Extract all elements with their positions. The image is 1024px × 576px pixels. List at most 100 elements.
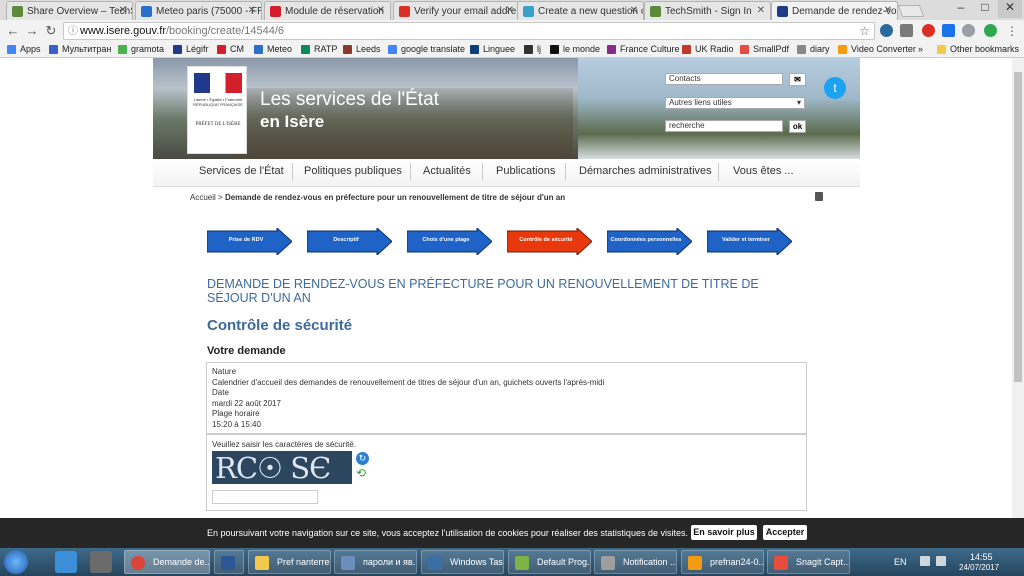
extension-icon[interactable] — [942, 24, 955, 37]
taskbar-item-word[interactable] — [214, 550, 244, 574]
language-indicator[interactable]: EN — [894, 557, 907, 567]
tab-2[interactable]: Module de réservation ✕ — [264, 1, 391, 20]
site-subtitle[interactable]: en Isère — [260, 112, 324, 132]
new-tab-button[interactable] — [897, 5, 925, 17]
captcha-image: RC☉ SЄ — [212, 451, 352, 484]
taskbar-item-notification[interactable]: Notification ... — [594, 550, 677, 574]
bookmark-item[interactable]: diary — [797, 44, 830, 54]
close-tab-icon[interactable]: ✕ — [757, 5, 765, 16]
clock-date[interactable]: 24/07/2017 — [959, 563, 999, 572]
step-prise-de-rdv[interactable]: Prise de RDV — [207, 228, 292, 255]
bookmark-item[interactable]: Linguee — [470, 44, 515, 54]
mail-icon[interactable]: ✉ — [789, 73, 806, 86]
close-tab-icon[interactable]: ✕ — [377, 5, 385, 16]
volume-icon[interactable] — [936, 556, 946, 566]
tab-6-active[interactable]: Demande de rendez-vous ✕ — [771, 1, 898, 21]
extension-icon[interactable] — [900, 24, 913, 37]
bookmark-item[interactable]: UK Radio — [682, 44, 734, 54]
bookmark-item[interactable]: Leeds — [343, 44, 381, 54]
minimize-button[interactable]: – — [950, 0, 972, 18]
print-icon[interactable] — [815, 192, 823, 201]
taskbar-item-default-programs[interactable]: Default Prog... — [508, 550, 591, 574]
info-icon[interactable]: ⓘ — [68, 24, 78, 40]
clock-time[interactable]: 14:55 — [970, 552, 993, 562]
snagit-icon — [774, 556, 788, 570]
explorer-icon[interactable] — [90, 551, 112, 573]
nav-item-vous-etes[interactable]: Vous êtes ... — [733, 165, 794, 177]
maximize-button[interactable]: □ — [974, 0, 996, 18]
taskbar-item-notes[interactable]: пароли и яв... — [334, 550, 417, 574]
close-tab-icon[interactable]: ✕ — [630, 5, 638, 16]
breadcrumb-home-link[interactable]: Accueil — [190, 193, 216, 202]
tab-1[interactable]: Meteo paris (75000 - FR ✕ — [135, 1, 262, 20]
check-icon[interactable] — [984, 24, 997, 37]
taskbar-item-chrome[interactable]: Demande de... — [124, 550, 210, 574]
bookmark-item[interactable]: France Culture — [607, 44, 680, 54]
other-links-select[interactable]: Autres liens utiles ▾ — [665, 97, 805, 109]
site-title[interactable]: Les services de l'État — [260, 89, 439, 111]
snagit-editor-icon — [688, 556, 702, 570]
close-window-button[interactable]: ✕ — [998, 0, 1022, 18]
republique-francaise-logo[interactable]: Liberté • Égalité • Fraternité RÉPUBLIQU… — [187, 66, 247, 154]
bookmark-item[interactable]: Légifr — [173, 44, 209, 54]
step-coordonnees[interactable]: Coordonnées personnelles — [607, 228, 692, 255]
bookmark-item[interactable]: lj — [524, 44, 541, 54]
close-tab-icon[interactable]: ✕ — [248, 5, 256, 16]
bookmark-item[interactable]: SmallPdf — [740, 44, 789, 54]
url-input[interactable]: ⓘ www.isere.gouv.fr/booking/create/14544… — [63, 22, 875, 40]
nav-item-publications[interactable]: Publications — [496, 165, 555, 177]
reload-button[interactable]: ↻ — [43, 23, 59, 39]
menu-icon[interactable]: ⋮ — [1004, 23, 1020, 39]
more-bookmarks-button[interactable]: » — [918, 44, 923, 54]
contacts-field[interactable]: Contacts — [665, 73, 783, 85]
forward-button[interactable]: → — [24, 23, 40, 39]
nav-item-services[interactable]: Services de l'État — [199, 165, 284, 177]
tab-3[interactable]: Verify your email addre ✕ — [393, 1, 520, 20]
tab-4[interactable]: Create a new question o ✕ — [517, 1, 644, 20]
search-input[interactable]: recherche — [665, 120, 783, 132]
url-path: /booking/create/14544/6 — [166, 25, 285, 37]
ie-icon[interactable] — [55, 551, 77, 573]
windows-start-icon[interactable] — [4, 550, 28, 574]
bookmark-star-icon[interactable]: ☆ — [859, 23, 870, 39]
bookmark-item[interactable]: CM — [217, 44, 244, 54]
back-button[interactable]: ← — [5, 23, 21, 39]
bookmark-item[interactable]: Мультитран — [49, 44, 111, 54]
extension-icon[interactable] — [880, 24, 893, 37]
twitter-icon[interactable]: t — [824, 77, 846, 99]
scrollbar-thumb[interactable] — [1014, 72, 1022, 382]
network-icon[interactable] — [920, 556, 930, 566]
bookmark-item[interactable]: Meteo — [254, 44, 292, 54]
nav-item-politiques[interactable]: Politiques publiques — [304, 165, 402, 177]
step-controle-securite-active[interactable]: Contrôle de sécurité — [507, 228, 592, 255]
tab-5[interactable]: TechSmith - Sign In ✕ — [644, 1, 771, 20]
nav-item-demarches[interactable]: Démarches administratives — [579, 165, 712, 177]
cookie-accept-button[interactable]: Accepter — [763, 525, 807, 540]
cookie-more-button[interactable]: En savoir plus — [691, 525, 757, 540]
taskbar-item-prefnan[interactable]: prefnan24-0... — [681, 550, 764, 574]
nav-item-actualites[interactable]: Actualités — [423, 165, 471, 177]
close-tab-icon[interactable]: ✕ — [506, 5, 514, 16]
step-descriptif[interactable]: Descriptif — [307, 228, 392, 255]
taskbar-item-task-manager[interactable]: Windows Tas... — [421, 550, 504, 574]
captcha-input[interactable] — [212, 490, 318, 504]
taskbar-item-folder[interactable]: Pref nanterre — [248, 550, 331, 574]
bookmark-item[interactable]: le monde — [550, 44, 600, 54]
skype-icon[interactable] — [962, 24, 975, 37]
taskbar-item-snagit[interactable]: Snagit Capt... — [767, 550, 850, 574]
step-valider[interactable]: Valider et terminer — [707, 228, 792, 255]
bookmark-item[interactable]: google translate — [388, 44, 465, 54]
audio-captcha-icon[interactable]: ⟲ — [356, 467, 369, 479]
bookmark-item[interactable]: RATP — [301, 44, 337, 54]
other-bookmarks-folder[interactable]: Other bookmarks — [937, 44, 1019, 54]
bookmark-item[interactable]: Video Converter — [838, 44, 916, 54]
search-ok-button[interactable]: ok — [789, 120, 806, 133]
bookmark-item[interactable]: Apps — [7, 44, 41, 54]
close-tab-icon[interactable]: ✕ — [119, 5, 127, 16]
tab-0[interactable]: Share Overview – TechS ✕ — [6, 1, 133, 20]
bookmark-item[interactable]: gramota — [118, 44, 164, 54]
close-tab-icon[interactable]: ✕ — [884, 5, 892, 16]
extension-icon[interactable] — [922, 24, 935, 37]
refresh-captcha-icon[interactable]: ↻ — [356, 452, 369, 465]
step-choix-plage[interactable]: Choix d'une plage — [407, 228, 492, 255]
